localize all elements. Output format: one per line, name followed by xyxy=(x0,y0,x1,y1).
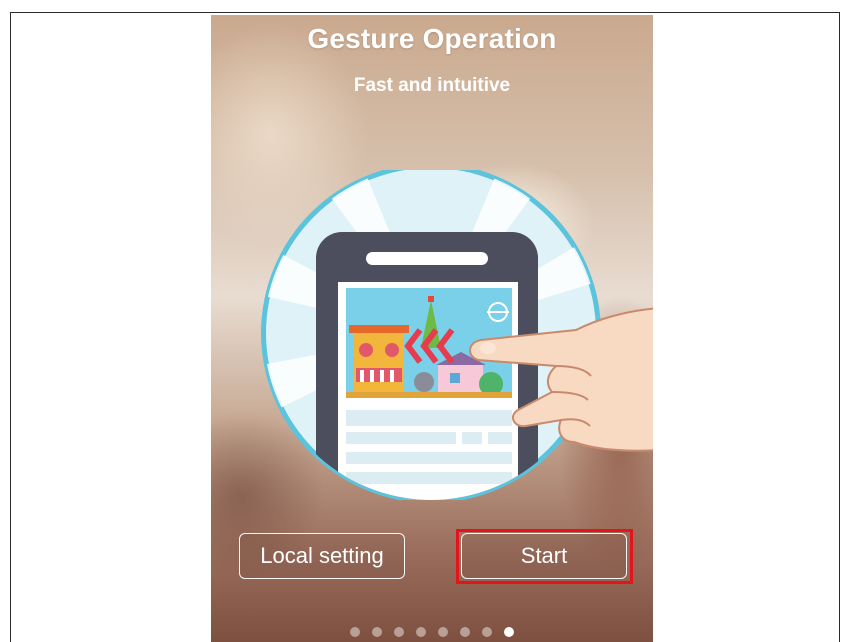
page-dot xyxy=(416,627,426,637)
page-dot xyxy=(350,627,360,637)
page-dot xyxy=(438,627,448,637)
list-line xyxy=(346,410,512,426)
page-indicator xyxy=(211,627,653,637)
phone-speaker xyxy=(366,252,488,265)
page-dot xyxy=(372,627,382,637)
list-line xyxy=(346,432,456,444)
page-dot xyxy=(482,627,492,637)
building-icon xyxy=(354,330,404,392)
page-dot-active xyxy=(504,627,514,637)
page-dot xyxy=(460,627,470,637)
list-line xyxy=(346,452,512,464)
local-setting-button[interactable]: Local setting xyxy=(239,533,405,579)
start-button-highlight xyxy=(456,529,633,584)
page-subtitle: Fast and intuitive xyxy=(353,75,511,96)
page-title: Gesture Operation xyxy=(307,23,557,54)
list-line xyxy=(346,472,512,484)
page-dot xyxy=(394,627,404,637)
phone-swipe-gesture-illustration xyxy=(261,170,653,500)
